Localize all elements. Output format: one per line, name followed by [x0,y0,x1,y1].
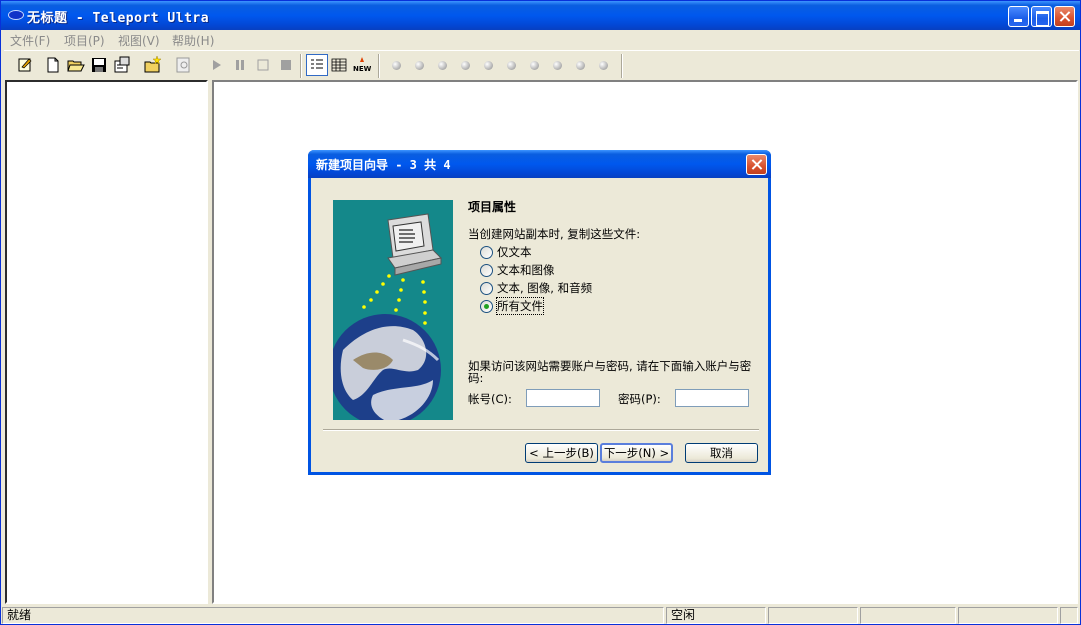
progress-led [553,61,562,70]
open-icon[interactable] [67,56,85,74]
menu-help[interactable]: 帮助(H) [172,32,214,49]
new-project-wizard-dialog: 新建项目向导 - 3 共 4 项目属性 当创建网站副本时, 复制这些文件: 仅文… [308,150,771,475]
account-label: 帐号(C): [468,392,512,406]
progress-led [461,61,470,70]
new-project-icon[interactable] [16,56,34,74]
option-text-only[interactable]: 仅文本 [480,244,532,260]
option-label: 文本和图像 [497,263,555,277]
cancel-button[interactable]: 取消 [685,443,758,463]
option-label: 仅文本 [497,245,532,259]
title-bar[interactable]: 无标题 - Teleport Ultra [1,1,1080,30]
option-text-images-audio[interactable]: 文本, 图像, 和音频 [480,280,592,296]
progress-led [507,61,516,70]
window-title: 无标题 - Teleport Ultra [27,11,210,26]
radio-button-selected[interactable] [480,299,493,313]
list-view-icon[interactable] [306,54,328,76]
close-button[interactable] [1054,6,1075,27]
progress-led [484,61,493,70]
find-icon[interactable] [175,56,193,74]
account-note: 如果访问该网站需要账户与密码, 请在下面输入账户与密码: [468,359,752,385]
option-label: 所有文件 [496,297,544,315]
status-panel [860,607,956,624]
option-label: 文本, 图像, 和音频 [497,281,593,295]
status-panel [768,607,858,624]
menu-project[interactable]: 项目(P) [64,32,105,49]
dialog-title-bar[interactable]: 新建项目向导 - 3 共 4 [308,150,771,178]
play-icon[interactable] [208,56,226,74]
progress-led [392,61,401,70]
maximize-button[interactable] [1031,6,1052,27]
project-tree-pane[interactable] [5,80,208,604]
grid-view-icon[interactable] [330,56,348,74]
menu-bar: 文件(F) 项目(P) 视图(V) 帮助(H) [2,30,1080,49]
menu-view[interactable]: 视图(V) [118,32,160,49]
progress-led [530,61,539,70]
pause-icon[interactable] [231,56,249,74]
status-state: 空闲 [666,607,766,624]
stop-outline-icon[interactable] [254,56,272,74]
section-title: 项目属性 [468,200,517,214]
status-text: 就绪 [2,607,664,624]
back-button[interactable]: < 上一步(B) [525,443,598,463]
wizard-illustration [333,200,453,420]
account-input[interactable] [526,389,600,407]
save-icon[interactable] [90,56,108,74]
status-panel [958,607,1058,624]
progress-led [599,61,608,70]
svg-text:NEW: NEW [353,65,371,73]
progress-led [576,61,585,70]
progress-led [415,61,424,70]
copy-files-prompt: 当创建网站副本时, 复制这些文件: [468,227,641,241]
dialog-title: 新建项目向导 - 3 共 4 [316,158,451,172]
resize-grip[interactable] [1060,607,1078,624]
new-file-icon[interactable] [44,56,62,74]
next-button[interactable]: 下一步(N) > [600,443,673,463]
properties-icon[interactable] [113,56,131,74]
app-icon [8,10,24,20]
toolbar-separator [300,54,302,78]
dialog-close-button[interactable] [746,154,767,175]
password-input[interactable] [675,389,749,407]
radio-button[interactable] [480,263,493,277]
menu-file[interactable]: 文件(F) [10,32,50,49]
radio-button[interactable] [480,281,493,295]
password-label: 密码(P): [618,392,661,406]
new-folder-icon[interactable] [144,55,162,74]
stop-icon[interactable] [277,56,295,74]
progress-led [438,61,447,70]
radio-button[interactable] [480,245,493,259]
status-bar: 就绪 空闲 [2,605,1080,625]
option-text-images[interactable]: 文本和图像 [480,262,555,278]
option-all-files[interactable]: 所有文件 [480,297,544,315]
toolbar-separator [621,54,623,78]
dialog-divider [323,429,759,431]
minimize-button[interactable] [1008,6,1029,27]
toolbar-separator [378,54,380,78]
toolbar: NEW [4,50,1079,80]
new-badge-icon[interactable]: NEW [353,56,372,74]
